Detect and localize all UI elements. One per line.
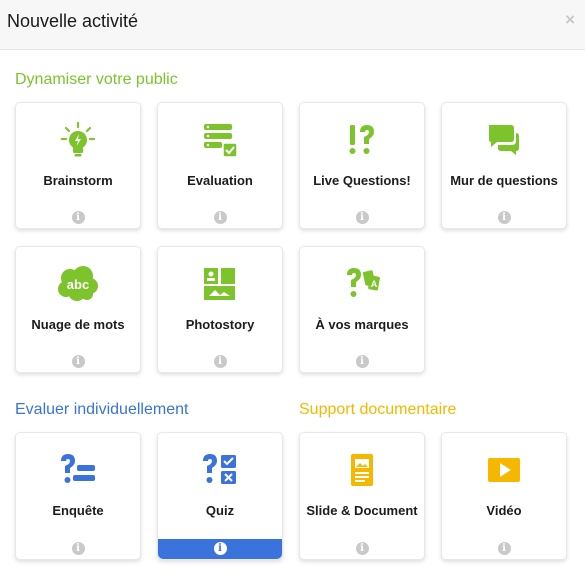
card-quiz[interactable]: Quiz i xyxy=(157,432,283,560)
word-cloud-icon: abc xyxy=(16,265,140,303)
card-brainstorm[interactable]: Brainstorm i xyxy=(15,102,141,229)
card-label-slide-document: Slide & Document xyxy=(306,503,418,518)
checklist-icon xyxy=(158,121,282,159)
info-icon[interactable]: i xyxy=(71,211,85,224)
card-video[interactable]: Vidéo i xyxy=(441,432,567,560)
document-icon xyxy=(300,451,424,489)
section-title-evaluer: Evaluer individuellement xyxy=(15,401,189,418)
modal-title: Nouvelle activité xyxy=(7,11,139,31)
close-icon[interactable]: × xyxy=(565,10,575,30)
card-label-evaluation: Evaluation xyxy=(187,173,253,188)
card-label-enquete: Enquête xyxy=(52,503,104,518)
card-label-mur-de-questions: Mur de questions xyxy=(450,173,558,188)
section-title-dynamiser: Dynamiser votre public xyxy=(15,71,178,88)
chat-bubbles-icon xyxy=(442,121,566,159)
card-label-live-questions: Live Questions! xyxy=(313,173,411,188)
card-enquete[interactable]: Enquête i xyxy=(15,432,141,560)
svg-text:A: A xyxy=(371,279,378,289)
info-icon[interactable]: i xyxy=(71,542,85,555)
info-icon[interactable]: i xyxy=(355,211,369,224)
card-mur-de-questions[interactable]: Mur de questions i xyxy=(441,102,567,229)
card-photostory[interactable]: Photostory i xyxy=(157,246,283,373)
section-title-support: Support documentaire xyxy=(299,401,457,418)
info-icon[interactable]: i xyxy=(213,542,227,555)
info-icon[interactable]: i xyxy=(213,211,227,224)
card-label-nuage-de-mots: Nuage de mots xyxy=(31,317,125,332)
info-icon[interactable]: i xyxy=(497,542,511,555)
info-icon[interactable]: i xyxy=(497,211,511,224)
card-label-photostory: Photostory xyxy=(185,317,255,332)
survey-icon xyxy=(16,451,140,489)
question-cards-icon: A xyxy=(300,265,424,303)
video-play-icon xyxy=(442,451,566,489)
exclamation-question-icon xyxy=(300,121,424,159)
card-evaluation[interactable]: Evaluation i xyxy=(157,102,283,229)
info-icon[interactable]: i xyxy=(71,355,85,368)
photo-grid-icon xyxy=(158,265,282,303)
info-icon[interactable]: i xyxy=(355,542,369,555)
card-label-a-vos-marques: À vos marques xyxy=(315,317,409,332)
card-slide-document[interactable]: Slide & Document i xyxy=(299,432,425,560)
lightbulb-icon xyxy=(16,121,140,159)
card-nuage-de-mots[interactable]: abc Nuage de mots i xyxy=(15,246,141,373)
modal-header: Nouvelle activité × xyxy=(0,0,585,50)
info-icon[interactable]: i xyxy=(355,355,369,368)
svg-text:abc: abc xyxy=(67,277,89,292)
card-a-vos-marques[interactable]: A À vos marques i xyxy=(299,246,425,373)
card-live-questions[interactable]: Live Questions! i xyxy=(299,102,425,229)
card-label-quiz: Quiz xyxy=(205,503,235,518)
quiz-icon xyxy=(158,451,282,489)
card-label-video: Vidéo xyxy=(486,503,522,518)
card-label-brainstorm: Brainstorm xyxy=(43,173,113,188)
info-icon[interactable]: i xyxy=(213,355,227,368)
